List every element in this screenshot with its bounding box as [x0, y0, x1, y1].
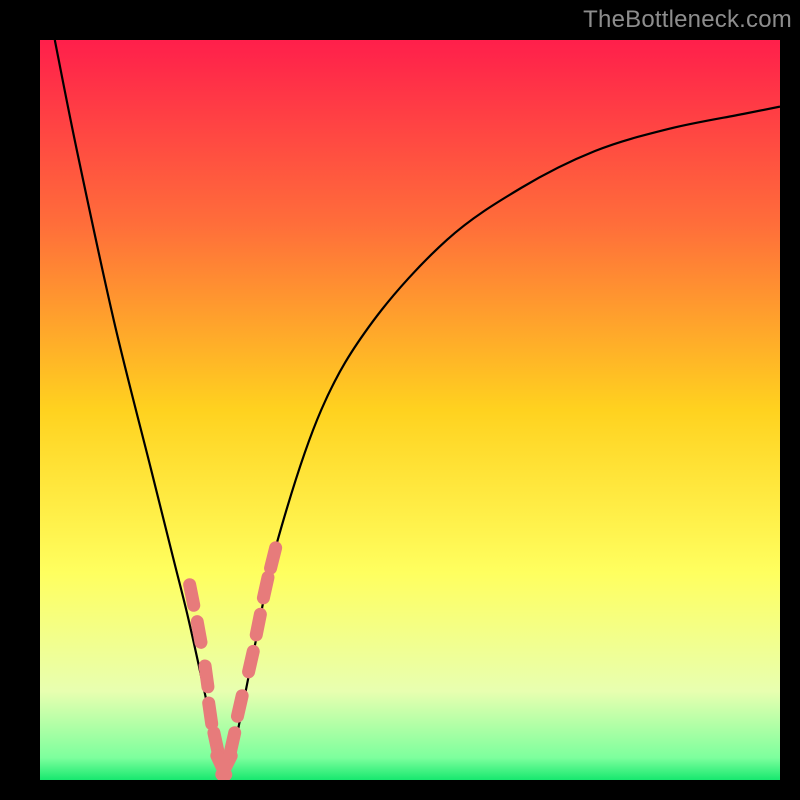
- background-gradient: [40, 40, 780, 780]
- watermark-text: TheBottleneck.com: [583, 6, 792, 34]
- plot-area: [40, 40, 780, 780]
- chart-frame: TheBottleneck.com: [0, 0, 800, 800]
